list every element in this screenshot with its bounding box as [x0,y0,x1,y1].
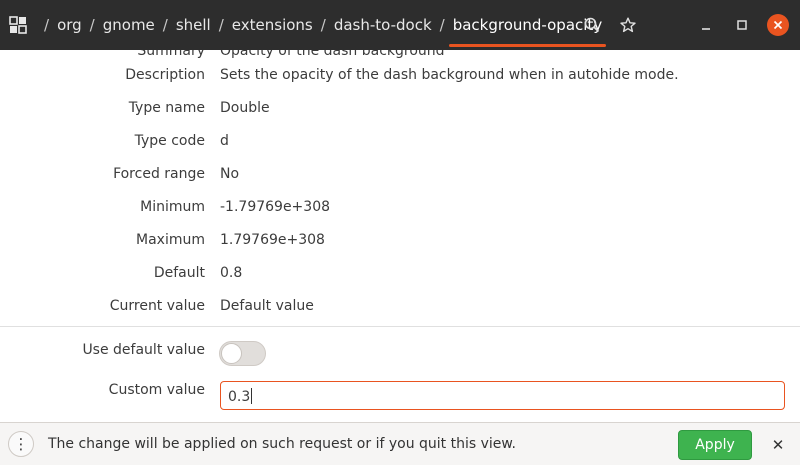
custom-value-input[interactable]: 0.3 [220,381,785,410]
vertical-dots-icon: ⋮ [13,435,29,453]
close-icon: ✕ [771,436,785,454]
default-row: Default 0.8 [0,265,800,298]
dismiss-button[interactable]: ✕ [768,435,788,455]
forced-range-value: No [220,166,240,182]
maximum-label: Maximum [136,232,205,248]
summary-label: Summary [137,50,205,59]
breadcrumb-dash-to-dock[interactable]: dash-to-dock [334,16,432,34]
section-divider [0,326,800,327]
minimum-label: Minimum [140,199,205,215]
more-options-button[interactable]: ⋮ [8,431,34,457]
custom-value-label: Custom value [108,382,205,398]
minimize-button[interactable] [693,12,719,38]
type-name-row: Type name Double [0,100,800,133]
maximize-icon [737,20,747,30]
type-code-label: Type code [134,133,205,149]
star-icon [620,17,636,33]
current-value-value: Default value [220,298,314,314]
breadcrumb-shell[interactable]: shell [176,16,211,34]
type-code-row: Type code d [0,133,800,166]
key-details: Summary Opacity of the dash background D… [0,50,800,422]
toggle-knob [221,343,242,364]
summary-row: Summary Opacity of the dash background [0,50,800,68]
bookmark-button[interactable] [615,12,641,38]
minimum-value: -1.79769e+308 [220,199,331,215]
maximum-value: 1.79769e+308 [220,232,325,248]
breadcrumb-separator: / [162,16,168,34]
type-name-label: Type name [128,100,205,116]
maximize-button[interactable] [729,12,755,38]
info-bar: ⋮ The change will be applied on such req… [0,422,800,465]
description-row: Description Sets the opacity of the dash… [0,67,800,100]
close-icon [773,20,783,30]
use-default-row: Use default value [0,342,800,375]
breadcrumb-gnome[interactable]: gnome [103,16,155,34]
text-caret [251,388,253,404]
custom-value-text: 0.3 [228,389,251,405]
breadcrumb-separator: / [44,16,50,34]
use-default-label: Use default value [82,342,205,358]
breadcrumb-org[interactable]: org [57,16,82,34]
minimum-row: Minimum -1.79769e+308 [0,199,800,232]
summary-value: Opacity of the dash background [220,50,445,59]
breadcrumb-separator: / [320,16,326,34]
search-icon [584,17,600,33]
info-message: The change will be applied on such reque… [48,436,517,452]
description-label: Description [125,67,205,83]
breadcrumb-extensions[interactable]: extensions [232,16,313,34]
breadcrumb-separator: / [439,16,445,34]
minimize-icon [702,28,710,30]
type-code-value: d [220,133,229,149]
forced-range-row: Forced range No [0,166,800,199]
current-value-label: Current value [109,298,205,314]
forced-range-label: Forced range [113,166,205,182]
type-name-value: Double [220,100,270,116]
header-bar: / org / gnome / shell / extensions / das… [0,0,800,50]
breadcrumb: / org / gnome / shell / extensions / das… [36,0,607,50]
use-default-toggle[interactable] [219,341,266,366]
close-window-button[interactable] [767,14,789,36]
default-value: 0.8 [220,265,243,281]
grid-app-icon[interactable] [9,16,27,34]
search-button[interactable] [579,12,605,38]
apply-button[interactable]: Apply [678,430,752,460]
breadcrumb-separator: / [89,16,95,34]
default-label: Default [153,265,205,281]
description-value: Sets the opacity of the dash background … [220,67,679,83]
maximum-row: Maximum 1.79769e+308 [0,232,800,265]
breadcrumb-separator: / [218,16,224,34]
